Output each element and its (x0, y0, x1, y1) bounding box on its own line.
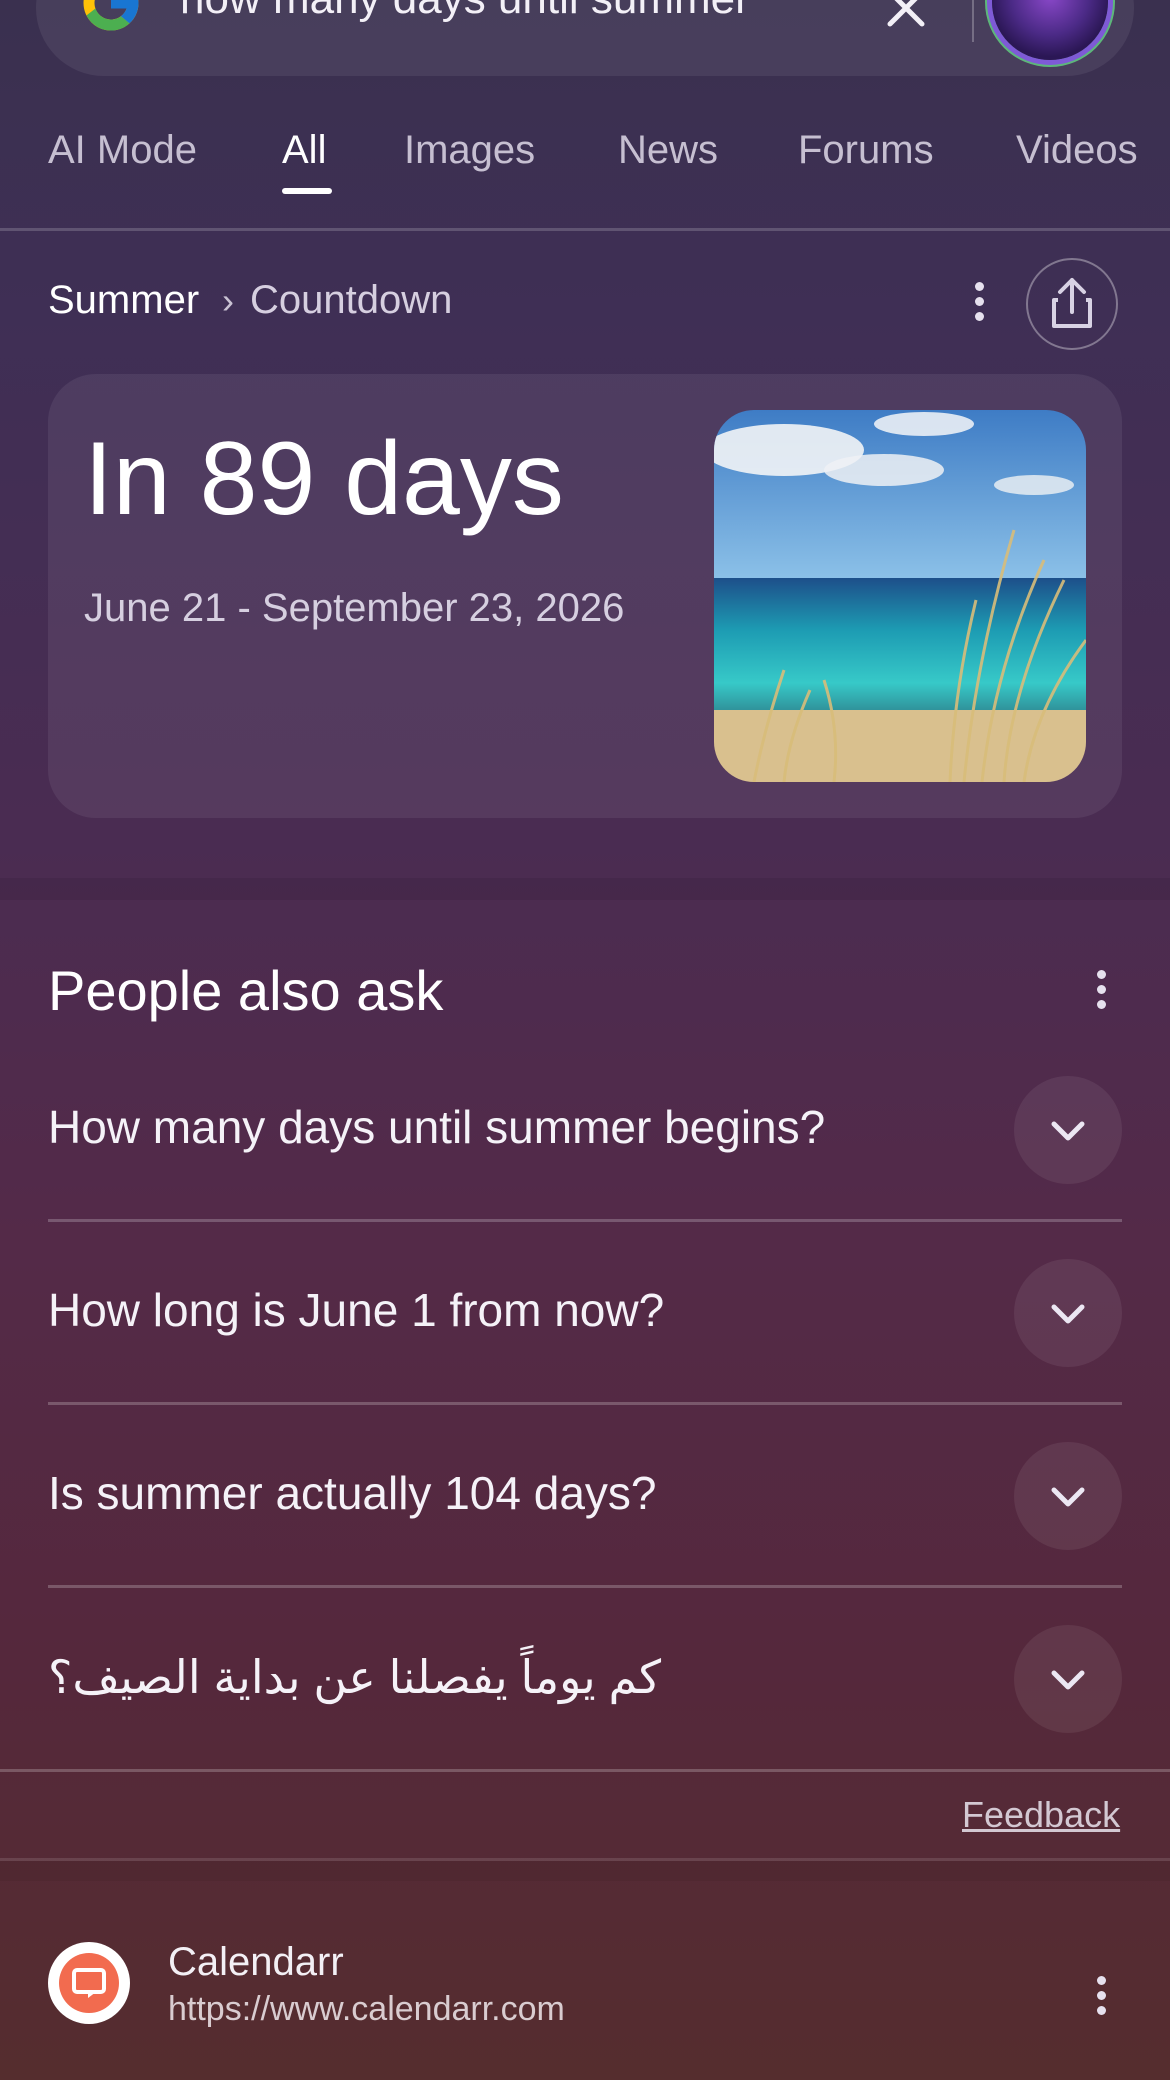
chevron-down-icon[interactable] (1014, 1259, 1122, 1367)
tab-ai-mode[interactable]: AI Mode (48, 128, 197, 173)
people-also-ask-title: People also ask (48, 959, 444, 1022)
search-divider (972, 0, 974, 42)
result-more-options-icon[interactable] (1097, 1976, 1109, 2016)
feedback-link[interactable]: Feedback (962, 1794, 1120, 1836)
tab-forums[interactable]: Forums (798, 128, 934, 173)
google-logo-icon (78, 0, 144, 36)
breadcrumb-separator: › (222, 280, 234, 321)
section-separator (0, 1861, 1170, 1881)
paa-question[interactable]: How long is June 1 from now? (48, 1283, 664, 1337)
more-options-icon[interactable] (975, 282, 987, 322)
result-site-name[interactable]: Calendarr (168, 1940, 344, 1985)
site-favicon[interactable] (48, 1942, 130, 2024)
section-separator (0, 878, 1170, 900)
tab-all[interactable]: All (282, 128, 326, 173)
question-divider (48, 1585, 1122, 1588)
beach-image[interactable] (714, 410, 1086, 782)
result-url[interactable]: https://www.calendarr.com (168, 1990, 565, 2029)
search-query[interactable]: how many days until summer (180, 0, 750, 24)
close-icon[interactable] (880, 0, 932, 34)
tabs-divider (0, 228, 1170, 231)
section-divider (0, 1769, 1170, 1772)
question-divider (48, 1402, 1122, 1405)
chevron-down-icon[interactable] (1014, 1076, 1122, 1184)
share-button[interactable] (1026, 258, 1118, 350)
chevron-down-icon[interactable] (1014, 1625, 1122, 1733)
tab-news[interactable]: News (618, 128, 718, 173)
share-icon (1052, 278, 1092, 328)
active-tab-indicator (282, 188, 332, 194)
breadcrumb-parent[interactable]: Summer (48, 278, 199, 323)
countdown-headline: In 89 days (84, 421, 564, 537)
paa-more-options-icon[interactable] (1097, 970, 1109, 1010)
question-divider (48, 1219, 1122, 1222)
paa-question[interactable]: How many days until summer begins? (48, 1100, 825, 1154)
tab-videos[interactable]: Videos (1016, 128, 1138, 173)
countdown-date-range: June 21 - September 23, 2026 (84, 586, 625, 630)
paa-question[interactable]: كم يوماً يفصلنا عن بداية الصيف؟ (48, 1650, 661, 1704)
tab-images[interactable]: Images (404, 128, 535, 173)
chevron-down-icon[interactable] (1014, 1442, 1122, 1550)
search-tabs: AI Mode All Images News Forums Videos (0, 120, 1170, 230)
breadcrumb-current: Countdown (250, 278, 453, 322)
paa-question[interactable]: Is summer actually 104 days? (48, 1466, 657, 1520)
